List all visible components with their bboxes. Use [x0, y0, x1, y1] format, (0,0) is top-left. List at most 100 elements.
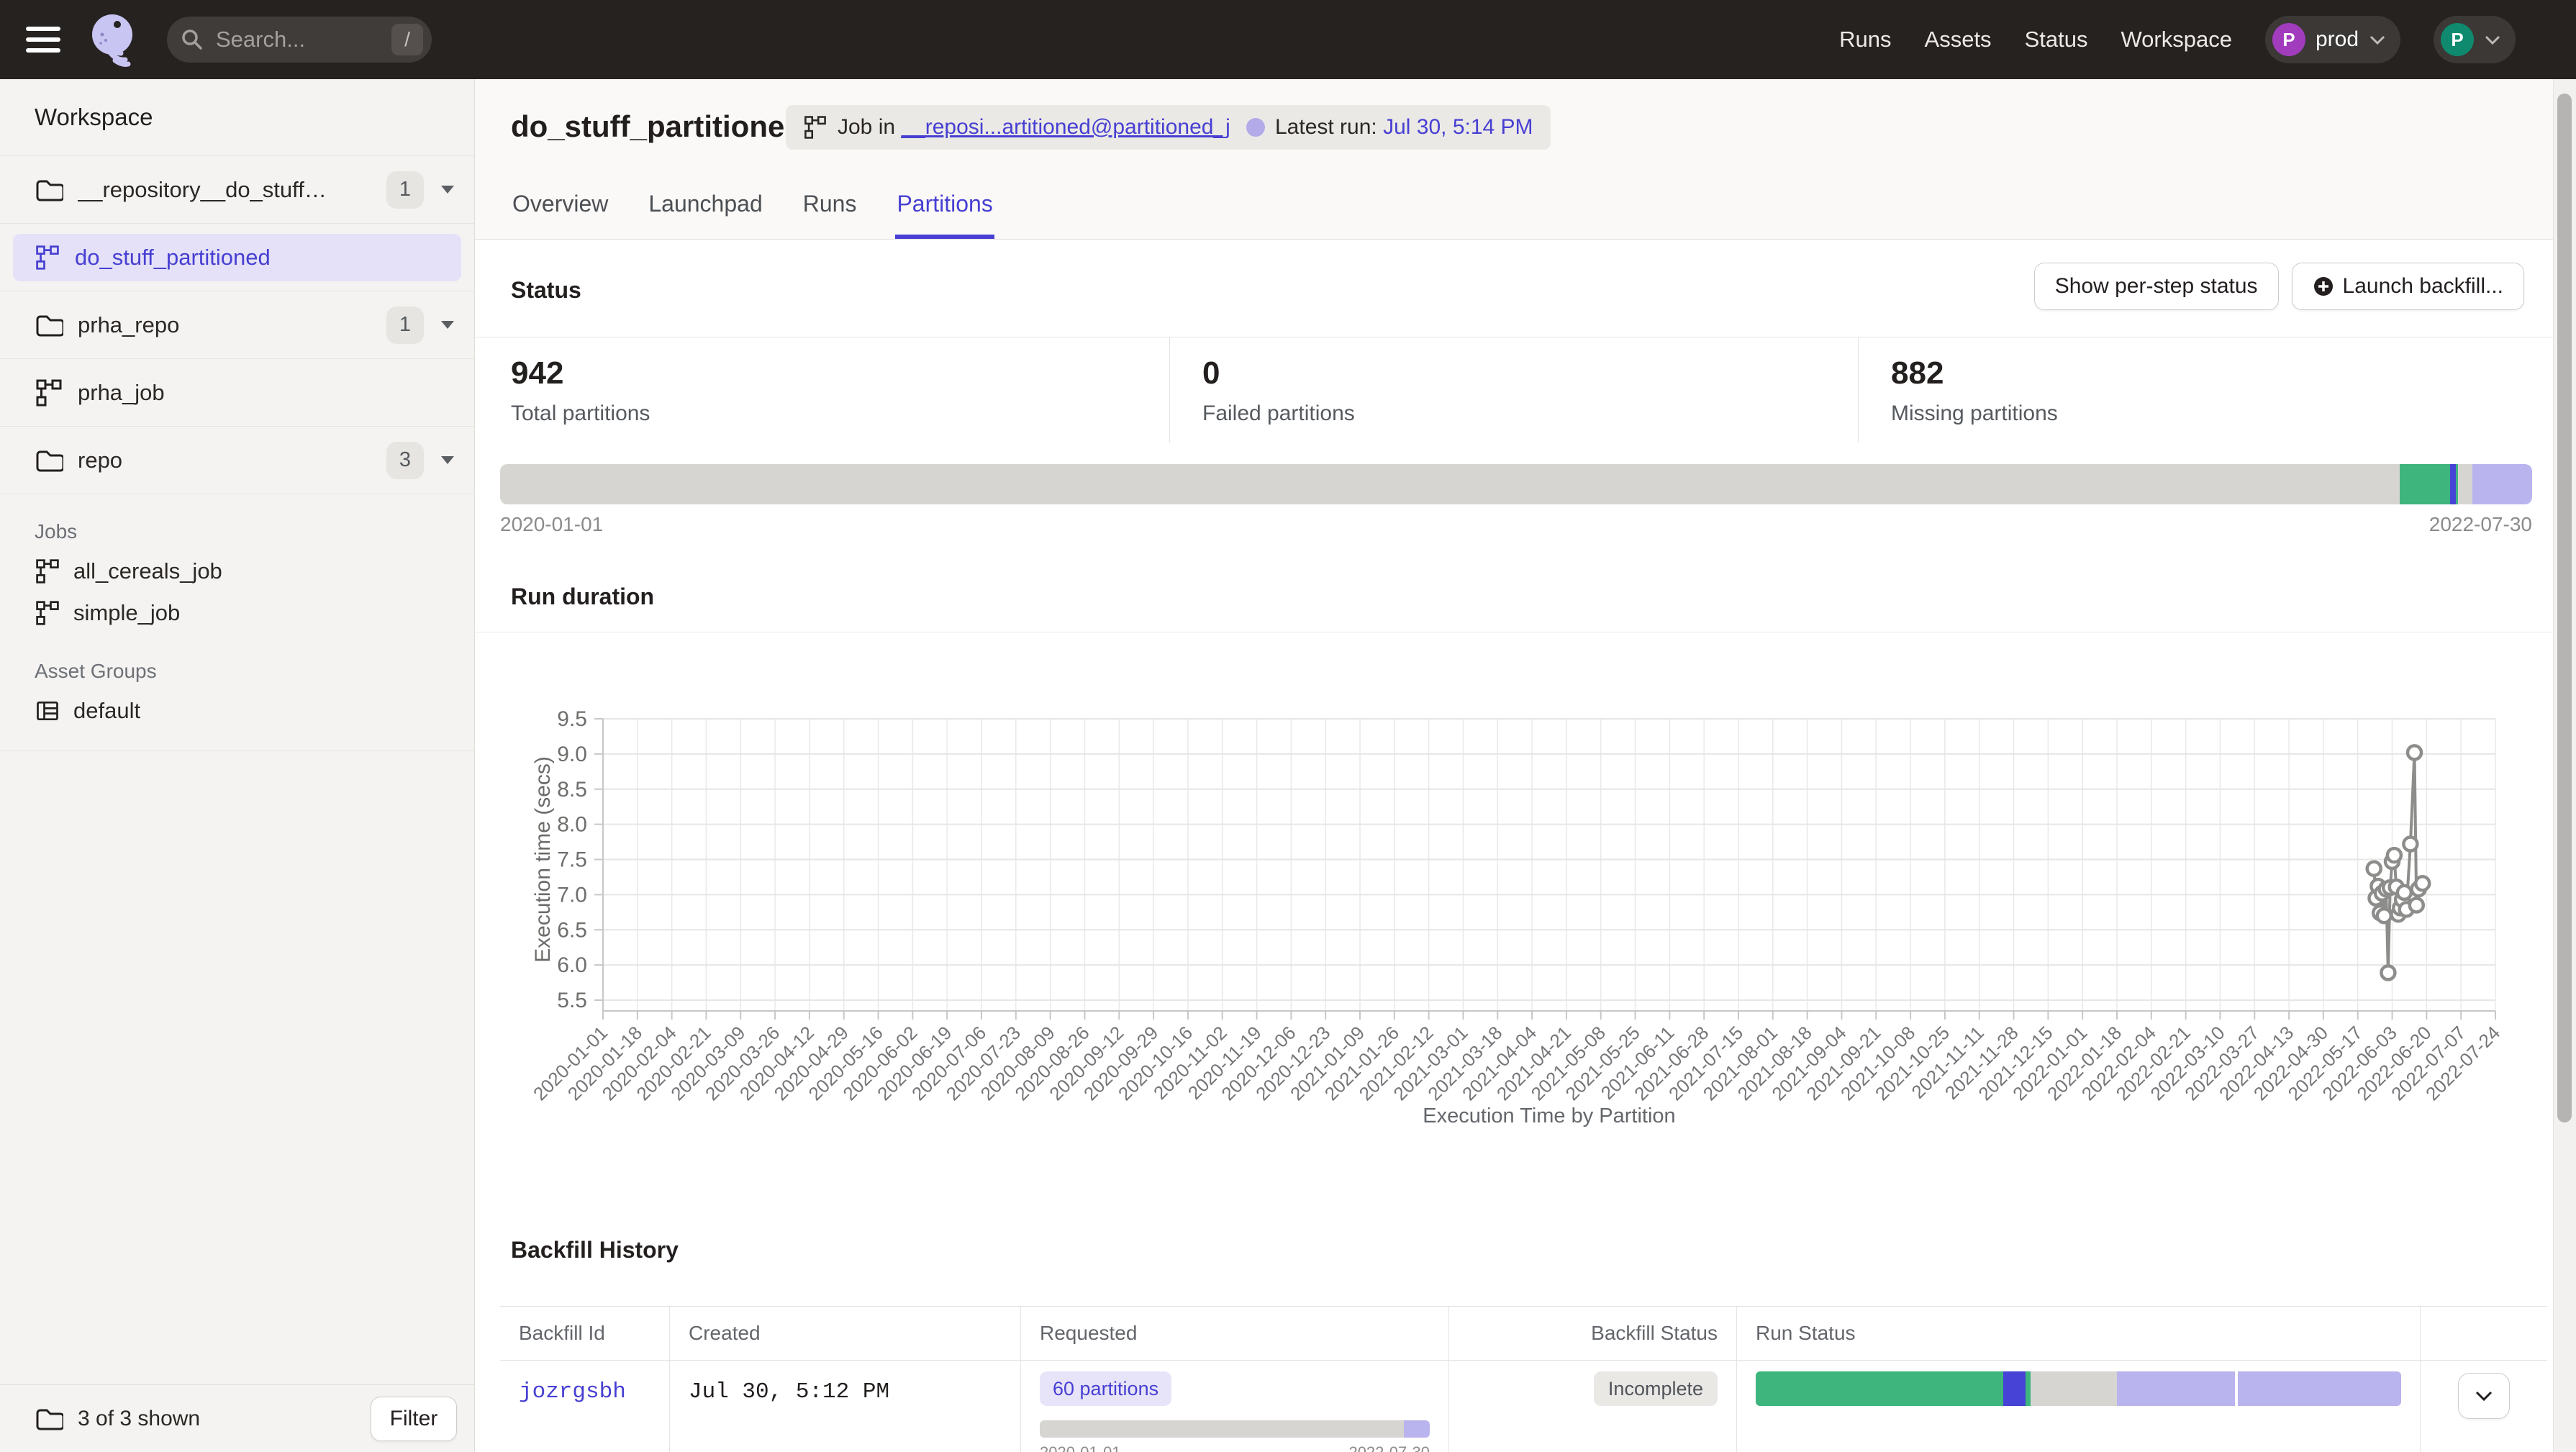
sidebar-asset-group-default[interactable]: default	[35, 690, 474, 732]
repo-count-badge: 1	[386, 307, 424, 344]
sidebar-item-repository-do-stuff[interactable]: __repository__do_stuff_partitio... 1	[0, 156, 474, 224]
stat-label: Failed partitions	[1202, 401, 1858, 426]
requested-partitions-chip[interactable]: 60 partitions	[1040, 1371, 1171, 1406]
folder-icon	[35, 176, 63, 204]
caret-down-icon[interactable]	[441, 321, 454, 329]
run-duration-chart: 2020-01-012020-01-182020-02-042020-02-21…	[475, 651, 2553, 1148]
run-duration-heading: Run duration	[511, 584, 654, 610]
latest-run-prefix: Latest run:	[1275, 115, 1383, 139]
page-scrollbar	[2553, 79, 2576, 1452]
backfill-created: Jul 30, 5:12 PM	[689, 1361, 889, 1405]
search-shortcut-hint: /	[391, 24, 423, 55]
search-icon	[180, 27, 204, 52]
svg-text:8.0: 8.0	[557, 813, 587, 837]
asset-group-label: default	[73, 698, 140, 724]
user-menu[interactable]: P	[2434, 16, 2516, 63]
page-title: do_stuff_partitioned	[511, 109, 803, 144]
scrollbar-thumb[interactable]	[2557, 94, 2572, 1122]
expand-row-button[interactable]	[2458, 1373, 2510, 1419]
svg-text:8.5: 8.5	[557, 778, 587, 802]
chevron-down-icon	[2484, 35, 2501, 45]
col-requested: Requested	[1020, 1307, 1448, 1360]
sidebar-item-do-stuff-partitioned[interactable]: do_stuff_partitioned	[0, 224, 474, 291]
col-expand	[2420, 1307, 2547, 1360]
caret-down-icon[interactable]	[441, 186, 454, 194]
deployment-switcher[interactable]: P prod	[2265, 16, 2400, 63]
sidebar-job-simple-job[interactable]: simple_job	[35, 592, 474, 634]
show-per-step-status-button[interactable]: Show per-step status	[2034, 263, 2279, 310]
job-label: all_cereals_job	[73, 558, 222, 584]
tab-launchpad[interactable]: Launchpad	[647, 191, 763, 239]
launch-backfill-label: Launch backfill...	[2343, 274, 2503, 299]
sidebar-job-all-cereals[interactable]: all_cereals_job	[35, 550, 474, 592]
stat-missing-partitions: 882 Missing partitions	[1858, 337, 2553, 443]
job-origin-link[interactable]: __reposi...artitioned@partitioned_job	[901, 115, 1254, 139]
caret-down-icon[interactable]	[441, 456, 454, 464]
svg-text:Execution time (secs): Execution time (secs)	[531, 756, 555, 963]
folder-icon	[35, 446, 63, 475]
folder-icon	[35, 311, 63, 340]
run-status-bar	[1756, 1371, 2401, 1406]
svg-text:9.5: 9.5	[557, 707, 587, 731]
sidebar-item-prha-job[interactable]: prha_job	[0, 359, 474, 427]
workspace-sidebar: Workspace __repository__do_stuff_partiti…	[0, 79, 475, 1452]
repo-label: __repository__do_stuff_partitio...	[78, 177, 337, 203]
nav-workspace[interactable]: Workspace	[2121, 27, 2232, 53]
sidebar-item-prha-repo[interactable]: prha_repo 1	[0, 291, 474, 359]
stat-value: 882	[1891, 355, 2553, 391]
partition-stats: 942 Total partitions 0 Failed partitions…	[475, 337, 2553, 443]
stat-value: 942	[511, 355, 1169, 391]
job-tabs: Overview Launchpad Runs Partitions	[511, 191, 994, 239]
sidebar-footer: 3 of 3 shown Filter	[0, 1384, 474, 1452]
dagster-app: / Runs Assets Status Workspace P prod P …	[0, 0, 2576, 1452]
tab-runs[interactable]: Runs	[802, 191, 858, 239]
menu-icon[interactable]	[26, 22, 60, 57]
svg-text:7.0: 7.0	[557, 883, 587, 907]
launch-backfill-button[interactable]: Launch backfill...	[2292, 263, 2524, 310]
search-box[interactable]: /	[167, 17, 432, 63]
nav-status[interactable]: Status	[2025, 27, 2088, 53]
nav-assets[interactable]: Assets	[1925, 27, 1992, 53]
backfill-id-link[interactable]: jozrgsbh	[519, 1361, 626, 1405]
filter-button[interactable]: Filter	[371, 1397, 457, 1441]
backfill-history-table: Backfill Id Created Requested Backfill S…	[500, 1306, 2547, 1452]
tab-partitions[interactable]: Partitions	[895, 191, 994, 239]
repo-label: prha_repo	[78, 312, 179, 338]
stat-value: 0	[1202, 355, 1858, 391]
requested-range-bar	[1040, 1420, 1430, 1438]
partitions-content: Status Show per-step status Launch backf…	[475, 240, 2553, 1452]
job-label: prha_job	[78, 380, 165, 406]
dagster-logo-icon[interactable]	[83, 9, 145, 71]
stat-failed-partitions: 0 Failed partitions	[1169, 337, 1858, 443]
tab-overview[interactable]: Overview	[511, 191, 609, 239]
latest-run-link[interactable]: Jul 30, 5:14 PM	[1383, 115, 1533, 139]
asset-group-icon	[35, 698, 60, 724]
repo-count-badge: 3	[386, 442, 424, 479]
partition-range-end: 2022-07-30	[2429, 513, 2532, 536]
svg-text:6.0: 6.0	[557, 953, 587, 977]
stat-total-partitions: 942 Total partitions	[475, 337, 1169, 443]
sidebar-item-repo[interactable]: repo 3	[0, 427, 474, 494]
requested-range-end: 2022-07-30	[1348, 1443, 1430, 1452]
top-nav: / Runs Assets Status Workspace P prod P	[0, 0, 2576, 79]
search-input[interactable]	[214, 26, 373, 53]
status-heading: Status	[511, 277, 581, 304]
job-tag: Job in __reposi...artitioned@partitioned…	[786, 105, 1303, 150]
repos-shown-count: 3 of 3 shown	[78, 1407, 200, 1431]
user-avatar: P	[2441, 23, 2474, 56]
requested-range-start: 2020-01-01	[1040, 1443, 1121, 1452]
table-row: jozrgsbh Jul 30, 5:12 PM 60 partitions 2…	[500, 1361, 2547, 1452]
col-created: Created	[669, 1307, 1020, 1360]
svg-text:7.5: 7.5	[557, 848, 587, 872]
nav-runs[interactable]: Runs	[1839, 27, 1891, 53]
repo-label: repo	[78, 448, 122, 473]
job-icon	[35, 245, 60, 271]
jobs-section-label: Jobs	[35, 520, 474, 543]
backfill-status-badge: Incomplete	[1594, 1371, 1718, 1406]
job-label: do_stuff_partitioned	[75, 245, 271, 271]
job-icon	[35, 600, 60, 626]
job-icon	[35, 558, 60, 584]
table-header-row: Backfill Id Created Requested Backfill S…	[500, 1307, 2547, 1361]
job-tag-prefix: Job in	[838, 115, 901, 139]
chevron-down-icon	[2475, 1390, 2493, 1402]
